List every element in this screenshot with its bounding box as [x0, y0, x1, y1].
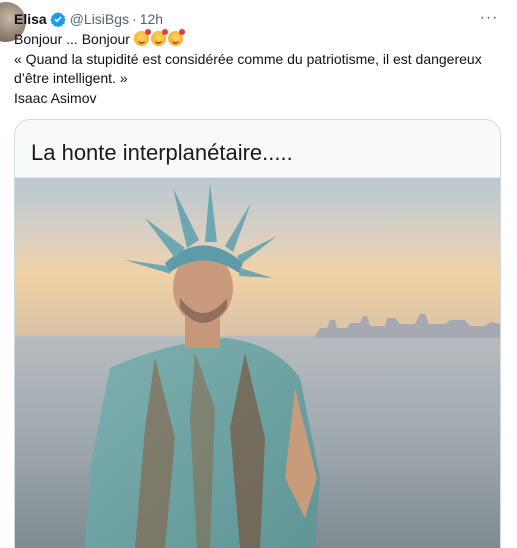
face-blowing-kiss-icon — [167, 29, 185, 46]
verified-badge-icon[interactable] — [49, 11, 66, 27]
tweet-line-1-text: Bonjour ... Bonjour — [14, 31, 130, 47]
author-handle[interactable]: @LisiBgs — [70, 11, 129, 27]
tweet-header: Elisa @LisiBgs · 12h — [14, 9, 163, 29]
smiling-face-with-hearts-icon — [133, 29, 151, 46]
media-caption-bar: La honte interplanétaire..... — [15, 120, 500, 178]
smiling-face-with-hearts-icon — [150, 29, 168, 46]
tweet-line-4: Isaac Asimov — [14, 89, 97, 106]
tweet-text: Bonjour ... Bonjour « Quand la stupidité… — [14, 29, 509, 108]
separator-dot: · — [132, 11, 137, 27]
media-photo[interactable] — [15, 178, 500, 548]
media-caption-title: La honte interplanétaire..... — [31, 140, 293, 165]
tweet-line-2: « Quand la stupidité est considérée comm… — [14, 50, 482, 67]
tweet-timestamp[interactable]: 12h — [140, 11, 163, 27]
author-name[interactable]: Elisa — [14, 11, 47, 27]
tweet-line-3: d’être intelligent. » — [14, 70, 128, 86]
tweet-media[interactable]: La honte interplanétaire..... — [14, 119, 501, 548]
tweet-line-1: Bonjour ... Bonjour — [14, 29, 509, 50]
more-options-icon[interactable]: ··· — [479, 8, 499, 28]
